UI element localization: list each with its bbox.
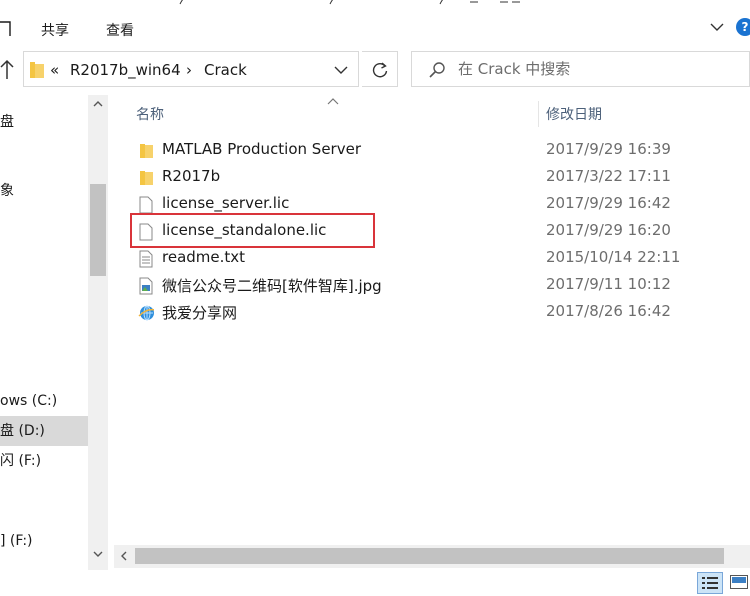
image-file-icon	[139, 277, 153, 295]
list-item[interactable]: R2017b 2017/3/22 17:11	[134, 164, 750, 191]
folder-icon	[140, 144, 153, 158]
list-item[interactable]: readme.txt 2015/10/14 22:11	[134, 245, 750, 272]
sort-ascending-icon	[327, 98, 339, 105]
nav-vertical-scrollbar[interactable]	[88, 95, 108, 570]
list-item[interactable]: MATLAB Production Server 2017/9/29 16:39	[134, 137, 750, 164]
column-header-name[interactable]: 名称	[136, 104, 164, 124]
scroll-up-icon[interactable]	[93, 100, 103, 108]
scroll-left-icon[interactable]	[120, 551, 128, 561]
file-icon	[139, 223, 153, 241]
file-name: 我爱分享网	[162, 304, 238, 322]
file-list: 名称 修改日期 MATLAB Production Server 2017/9/…	[114, 95, 750, 545]
breadcrumb-separator[interactable]: ›	[186, 61, 192, 79]
file-explorer-window: 共享 查看 ? « R2017b_win64 › Crack 在 Crack 中…	[0, 0, 750, 596]
scroll-down-icon[interactable]	[93, 550, 103, 558]
large-icons-view-icon	[730, 575, 748, 589]
text-file-icon	[139, 250, 153, 268]
large-icons-view-button[interactable]	[727, 572, 750, 594]
nav-item-drive-f-2[interactable]: ] (F:)	[0, 526, 88, 556]
file-date: 2017/9/11 10:12	[546, 275, 671, 293]
address-overflow[interactable]: «	[50, 61, 59, 79]
nav-item[interactable]: 象	[0, 176, 88, 206]
refresh-button[interactable]	[362, 51, 398, 87]
list-item[interactable]: license_server.lic 2017/9/29 16:42	[134, 191, 750, 218]
details-view-button[interactable]	[697, 572, 723, 594]
list-item[interactable]: 我爱分享网 2017/8/26 16:42	[134, 299, 750, 326]
search-box[interactable]	[411, 51, 750, 87]
ribbon-tab-share[interactable]: 共享	[41, 20, 69, 40]
file-date: 2017/9/29 16:39	[546, 140, 671, 158]
file-date: 2017/3/22 17:11	[546, 167, 671, 185]
search-input[interactable]	[458, 58, 738, 80]
file-date: 2017/8/26 16:42	[546, 302, 671, 320]
file-name: license_standalone.lic	[162, 221, 327, 239]
ribbon: 共享 查看 ?	[0, 0, 750, 40]
nav-item-drive-f[interactable]: 闪 (F:)	[0, 446, 88, 476]
column-header-date[interactable]: 修改日期	[546, 104, 602, 124]
navigation-pane: 盘 象 ows (C:) 盘 (D:) 闪 (F:) ] (F:)	[0, 95, 108, 570]
scrollbar-thumb[interactable]	[90, 184, 106, 276]
details-view-icon	[702, 577, 718, 589]
address-dropdown-icon[interactable]	[332, 61, 350, 79]
scrollbar-thumb[interactable]	[135, 548, 724, 564]
up-arrow-icon[interactable]	[0, 58, 14, 82]
refresh-icon	[372, 62, 388, 78]
file-name: MATLAB Production Server	[162, 140, 361, 158]
ribbon-tab-fragment-icon	[0, 21, 11, 36]
file-name: readme.txt	[162, 248, 246, 266]
column-divider[interactable]	[538, 101, 539, 127]
file-icon	[139, 196, 153, 214]
ribbon-tab-view[interactable]: 查看	[106, 20, 134, 40]
chevron-down-icon[interactable]	[708, 18, 726, 36]
ribbon-tab-file-fragment[interactable]	[0, 20, 14, 42]
breadcrumb-crack[interactable]: Crack	[204, 61, 247, 79]
file-name: license_server.lic	[162, 194, 290, 212]
search-icon	[429, 62, 445, 78]
list-item[interactable]: license_standalone.lic 2017/9/29 16:20	[134, 218, 750, 245]
folder-icon	[140, 171, 153, 185]
file-date: 2017/9/29 16:42	[546, 194, 671, 212]
nav-item-drive-c[interactable]: ows (C:)	[0, 386, 88, 416]
nav-item-drive-d[interactable]: 盘 (D:)	[0, 416, 88, 446]
nav-item[interactable]: 盘	[0, 107, 88, 137]
file-date: 2015/10/14 22:11	[546, 248, 681, 266]
address-bar[interactable]: « R2017b_win64 › Crack	[23, 51, 359, 87]
file-name: 微信公众号二维码[软件智库].jpg	[162, 277, 382, 295]
folder-icon	[30, 62, 44, 78]
list-item[interactable]: 微信公众号二维码[软件智库].jpg 2017/9/11 10:12	[134, 272, 750, 299]
help-icon[interactable]: ?	[736, 18, 750, 36]
horizontal-scrollbar[interactable]	[114, 545, 750, 568]
title-bar-fragment	[179, 0, 520, 5]
breadcrumb-r2017b-win64[interactable]: R2017b_win64	[70, 61, 181, 79]
internet-shortcut-icon	[138, 305, 154, 321]
file-name: R2017b	[162, 167, 221, 185]
file-date: 2017/9/29 16:20	[546, 221, 671, 239]
